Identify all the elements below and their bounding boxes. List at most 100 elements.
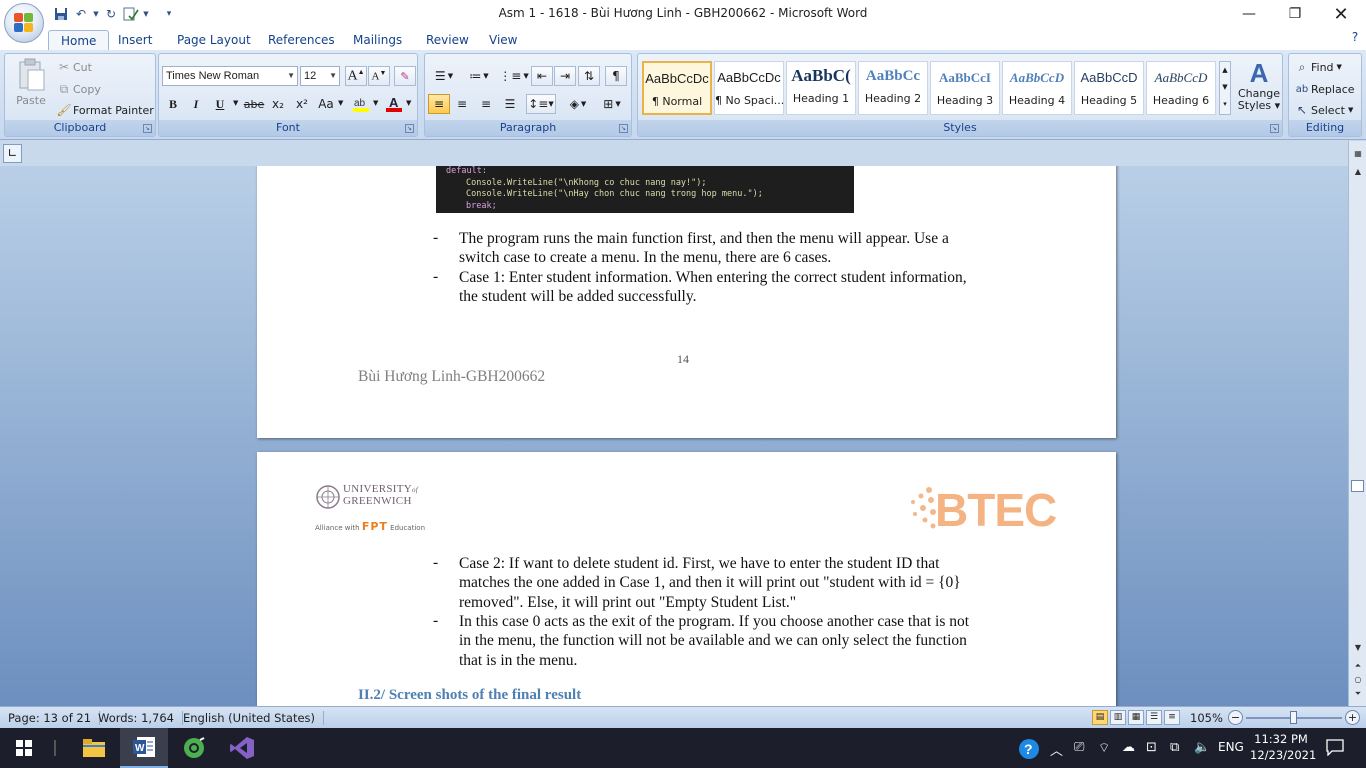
notifications-icon[interactable] [1326,738,1344,760]
style-heading-4[interactable]: AaBbCcD Heading 4 [1002,61,1072,115]
word-count-status[interactable]: Words: 1,764 [90,711,184,725]
style-heading-2[interactable]: AaBbCc Heading 2 [858,61,928,115]
font-dialog-launcher-icon[interactable]: ↘ [405,124,414,133]
align-center-button[interactable]: ≡ [451,94,473,114]
help-tray-icon[interactable]: ? [1018,738,1040,764]
zoom-slider-thumb[interactable] [1290,711,1297,724]
tab-insert[interactable]: Insert [106,30,164,50]
multilevel-list-button[interactable]: ⋮≡ ▼ [498,66,530,86]
style-no-spacing[interactable]: AaBbCcDc ¶ No Spaci... [714,61,784,115]
print-layout-view-icon[interactable]: ▤ [1092,710,1108,725]
tab-review[interactable]: Review [414,30,481,50]
show-hide-marks-button[interactable]: ¶ [605,66,627,86]
font-color-dropdown-icon[interactable]: ▼ [406,99,411,107]
replace-button[interactable]: ab Replace [1293,80,1355,98]
align-right-button[interactable]: ≡ [475,94,497,114]
page-count-status[interactable]: Page: 13 of 21 [0,711,101,725]
change-styles-button[interactable]: A Change Styles ▾ [1236,58,1282,112]
next-page-icon[interactable]: ⏷ [1349,687,1366,701]
style-heading-3[interactable]: AaBbCcI Heading 3 [930,61,1000,115]
cloud-sync-icon[interactable]: ☁ [1122,740,1135,755]
file-explorer-app[interactable] [70,728,118,768]
restore-button[interactable]: ❐ [1272,0,1318,28]
copy-button[interactable]: ⧉ Copy [55,80,101,98]
scroll-up-arrow-icon[interactable]: ▲ [1349,165,1366,179]
select-button[interactable]: ↖ Select ▼ [1293,101,1353,119]
sort-button[interactable]: ⇅ [578,66,600,86]
superscript-button[interactable]: x² [291,94,313,114]
wifi-icon[interactable]: ⌔ [1098,740,1110,756]
font-color-button[interactable]: A [383,94,405,114]
italic-button[interactable]: I [185,94,207,114]
bullets-button[interactable]: ☰ ▼ [428,66,460,86]
office-button[interactable] [4,3,44,43]
input-language-indicator[interactable]: ENG [1218,740,1244,754]
cut-button[interactable]: ✂ Cut [55,58,92,76]
close-button[interactable]: ✕ [1318,0,1364,28]
style-normal[interactable]: AaBbCcDc ¶ Normal [642,61,712,115]
scroll-down-arrow-icon[interactable]: ▼ [1349,641,1366,655]
zoom-in-button[interactable]: + [1345,710,1360,725]
shading-button[interactable]: ◈ ▼ [563,94,593,114]
draft-view-icon[interactable]: ≡ [1164,710,1180,725]
borders-button[interactable]: ⊞ ▼ [597,94,627,114]
format-painter-button[interactable]: 🖌 Format Painter [55,101,153,119]
select-browse-object-icon[interactable]: ○ [1349,673,1366,687]
tab-home[interactable]: Home [48,30,110,50]
shrink-font-button[interactable]: A▼ [368,66,390,86]
underline-button[interactable]: U [209,94,231,114]
grow-font-button[interactable]: A▲ [345,66,367,86]
text-highlight-button[interactable]: ab [350,94,372,114]
style-heading-5[interactable]: AaBbCcD Heading 5 [1074,61,1144,115]
change-case-dropdown-icon[interactable]: ▼ [338,99,343,107]
find-button[interactable]: ⌕ Find ▼ [1293,58,1342,76]
document-area[interactable]: default: Console.WriteLine("\nKhong co c… [0,166,1348,706]
help-icon[interactable]: ? [1344,26,1366,48]
visual-studio-app[interactable] [218,728,266,768]
change-case-button[interactable]: Aa [315,94,337,114]
system-clock[interactable]: 11:32 PM 12/23/2021 [1250,731,1316,763]
web-layout-view-icon[interactable]: ▦ [1128,710,1144,725]
paste-button[interactable]: Paste [9,58,53,116]
tab-page-layout[interactable]: Page Layout [165,30,263,50]
tab-view[interactable]: View [477,30,529,50]
line-spacing-button[interactable]: ↕≡ ▼ [526,94,556,114]
ruler-toggle-button[interactable]: ∟ [3,144,22,163]
show-hidden-icons-icon[interactable]: ︿ [1050,740,1063,759]
style-heading-1[interactable]: AaBbC( Heading 1 [786,61,856,115]
clear-formatting-button[interactable]: ✎ [394,66,416,86]
tab-references[interactable]: References [256,30,347,50]
tab-mailings[interactable]: Mailings [341,30,414,50]
increase-indent-button[interactable]: ⇥ [554,66,576,86]
volume-icon[interactable]: 🔈 [1194,740,1210,755]
outline-view-icon[interactable]: ☰ [1146,710,1162,725]
clipboard-dialog-launcher-icon[interactable]: ↘ [143,124,152,133]
decrease-indent-button[interactable]: ⇤ [531,66,553,86]
underline-dropdown-icon[interactable]: ▼ [233,99,238,107]
pen-workspace-icon[interactable]: ⊡ [1146,740,1157,755]
justify-button[interactable]: ☰ [499,94,521,114]
subscript-button[interactable]: x₂ [267,94,289,114]
vertical-scrollbar[interactable]: ▦ ▲ ▼ ⏶ ○ ⏷ [1348,141,1366,706]
numbering-button[interactable]: ≔ ▼ [463,66,495,86]
word-app[interactable]: W [120,728,168,768]
align-left-button[interactable]: ≡ [428,94,450,114]
previous-page-icon[interactable]: ⏶ [1349,659,1366,673]
meet-now-icon[interactable]: ⎚ [1074,740,1084,755]
styles-dialog-launcher-icon[interactable]: ↘ [1270,124,1279,133]
language-status[interactable]: English (United States) [175,711,325,725]
view-ruler-icon[interactable]: ▦ [1349,147,1366,161]
zoom-out-button[interactable]: − [1228,710,1243,725]
network-icon[interactable]: ⧉ [1170,740,1179,755]
minimize-button[interactable]: — [1226,0,1272,28]
highlight-dropdown-icon[interactable]: ▼ [373,99,378,107]
style-heading-6[interactable]: AaBbCcD Heading 6 [1146,61,1216,115]
styles-gallery-scroll[interactable]: ▲ ▼ ▾ [1219,61,1231,115]
scrollbar-thumb[interactable] [1351,480,1364,492]
browser-app[interactable] [170,728,218,768]
start-button[interactable] [0,728,48,768]
paragraph-dialog-launcher-icon[interactable]: ↘ [619,124,628,133]
bold-button[interactable]: B [162,94,184,114]
zoom-level[interactable]: 105% [1190,711,1223,725]
strikethrough-button[interactable]: abe [243,94,265,114]
